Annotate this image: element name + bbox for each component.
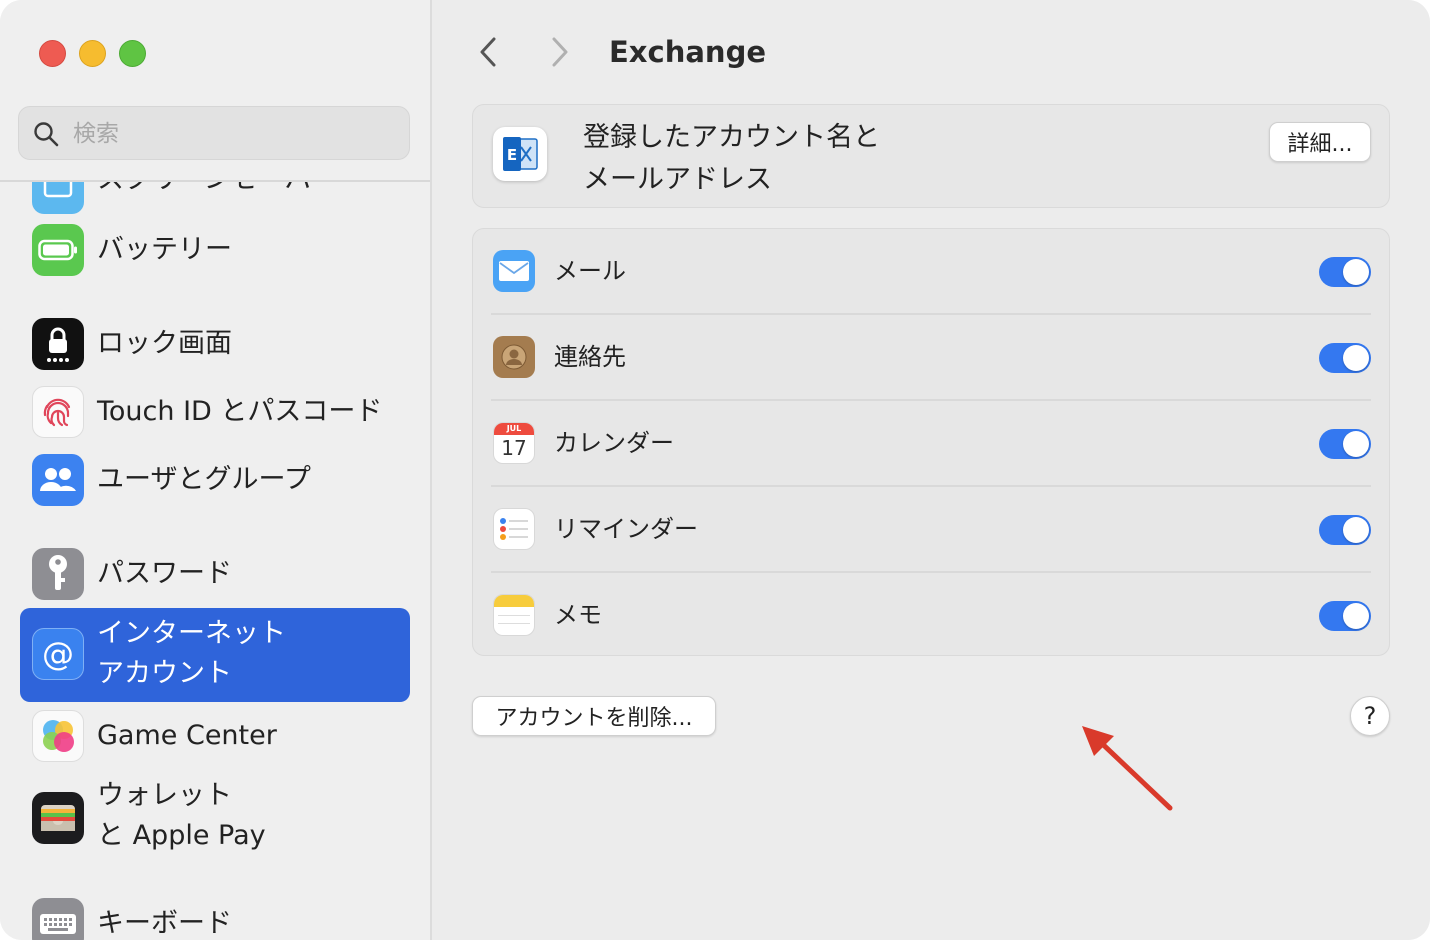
reminders-toggle[interactable] [1319,515,1371,545]
sidebar-item-label: キーボード [97,908,232,939]
service-row-mail: メール [491,229,1371,315]
service-row-notes: メモ [491,573,1371,659]
account-name-line2: メールアドレス [583,164,772,195]
forward-button[interactable] [540,30,580,74]
annotation-arrow-icon [1082,726,1173,811]
service-label: 連絡先 [554,343,626,371]
notes-toggle[interactable] [1319,601,1371,631]
notes-icon [493,594,535,636]
sidebar-item-label: Touch ID とパスコード [97,396,383,427]
sidebar-item-touch-id[interactable]: Touch ID とパスコード [20,382,410,442]
details-button[interactable]: 詳細... [1269,122,1371,162]
account-card: E 登録したアカウント名と メールアドレス 詳細... [472,104,1390,208]
sidebar-item-lock-screen[interactable]: ロック画面 [20,314,410,374]
account-name: 登録したアカウント名と メールアドレス [583,117,880,201]
service-row-reminders: リマインダー [491,487,1371,573]
sidebar-list: スクリーンセーバ バッテリー [0,182,430,940]
calendar-icon: JUL 17 [493,422,535,464]
wallet-icon [32,792,84,844]
service-label: リマインダー [554,515,698,543]
search-field[interactable] [18,106,410,160]
close-window-button[interactable] [39,40,66,67]
sidebar-item-label: ロック画面 [97,328,232,359]
page-title: Exchange [609,35,766,69]
settings-window: スクリーンセーバ バッテリー [0,0,1430,940]
help-button[interactable]: ? [1350,696,1390,736]
sidebar-item-screensaver[interactable]: スクリーンセーバ [20,182,410,214]
sidebar-item-label-line2: と Apple Pay [97,820,266,851]
sidebar-item-keyboard[interactable]: キーボード [20,894,410,940]
contacts-icon [493,336,535,378]
exchange-icon: E [493,127,547,181]
chevron-left-icon [480,37,496,67]
sidebar-item-label-line2: アカウント [97,658,232,689]
sidebar-item-label-line1: インターネット [97,618,286,649]
calendar-toggle[interactable] [1319,429,1371,459]
key-icon [32,548,84,600]
reminders-icon [493,508,535,550]
sidebar: スクリーンセーバ バッテリー [0,0,432,940]
calendar-month: JUL [494,423,534,435]
sidebar-item-label: Game Center [97,720,277,751]
service-row-calendar: JUL 17 カレンダー [491,401,1371,487]
toggle-knob [1343,517,1369,543]
calendar-day: 17 [501,436,527,460]
game-center-icon [32,710,84,762]
mail-toggle[interactable] [1319,257,1371,287]
at-sign-icon: @ [32,628,84,680]
svg-text:E: E [507,146,517,164]
toggle-knob [1343,603,1369,629]
sidebar-item-label: ユーザとグループ [97,464,311,495]
fingerprint-icon [32,386,84,438]
notes-icon-line [498,623,530,624]
toggle-knob [1343,259,1369,285]
delete-account-button[interactable]: アカウントを削除... [472,696,716,736]
toggle-knob [1343,345,1369,371]
minimize-window-button[interactable] [79,40,106,67]
sidebar-item-wallet[interactable]: ウォレット と Apple Pay [20,774,410,864]
chevron-right-icon [552,37,568,67]
service-row-contacts: 連絡先 [491,315,1371,401]
contacts-toggle[interactable] [1319,343,1371,373]
services-card: メール 連絡先 JUL 17 カレンダー リマインダー メモ [472,228,1390,656]
service-label: カレンダー [554,429,674,457]
back-button[interactable] [468,30,508,74]
notes-icon-line [498,615,530,616]
search-input[interactable] [71,115,395,153]
users-icon [32,454,84,506]
notes-icon-band [494,595,534,607]
main-pane: Exchange E 登録したアカウント名と メールアドレス 詳細... メール… [432,0,1430,940]
service-label: メール [554,257,626,285]
sidebar-item-users-groups[interactable]: ユーザとグループ [20,450,410,510]
account-name-line1: 登録したアカウント名と [583,122,880,153]
battery-icon [32,224,84,276]
toggle-knob [1343,431,1369,457]
sidebar-item-game-center[interactable]: Game Center [20,706,410,766]
keyboard-icon [32,898,84,940]
sidebar-item-battery[interactable]: バッテリー [20,220,410,280]
service-label: メモ [554,601,602,629]
sidebar-item-label-line1: ウォレット [97,780,232,811]
mail-icon [493,250,535,292]
zoom-window-button[interactable] [119,40,146,67]
sidebar-item-label: スクリーンセーバ [97,182,311,200]
sidebar-item-label: パスワード [97,558,232,589]
sidebar-item-passwords[interactable]: パスワード [20,544,410,604]
sidebar-item-label: バッテリー [97,234,232,265]
search-icon [34,122,59,147]
screensaver-icon [32,182,84,214]
lock-screen-icon [32,318,84,370]
sidebar-item-internet-accounts[interactable]: @ インターネット アカウント [20,608,410,702]
